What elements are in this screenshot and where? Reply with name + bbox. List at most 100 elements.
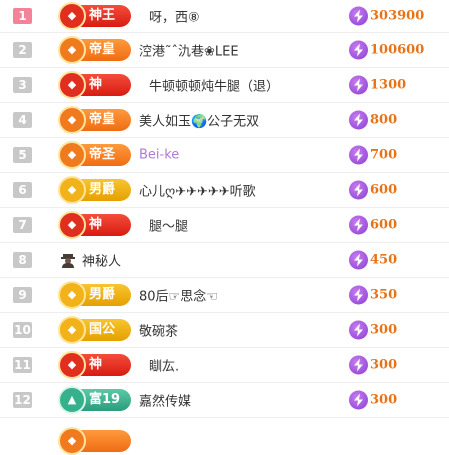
lightning-bolt-icon	[349, 110, 368, 130]
noble-emblem-icon: ◆	[58, 71, 86, 99]
list-item[interactable]: 8 神秘人 450	[0, 243, 449, 278]
rank-number: 10	[13, 322, 32, 338]
value-number: 100600	[370, 42, 425, 58]
noble-badge: ◆ 国公	[58, 316, 131, 344]
badge-label: 男爵	[89, 182, 116, 197]
value-number: 300	[370, 357, 398, 373]
list-item[interactable]: 7 ◆ 神 腿～腿 600	[0, 208, 449, 243]
value-number: 600	[370, 217, 398, 233]
noble-badge: ◆	[58, 427, 131, 455]
contribution-value: 350	[349, 285, 398, 305]
contribution-value: 300	[349, 390, 398, 410]
noble-badge: ◆ 神	[58, 351, 131, 379]
user-name[interactable]: 涳港˜ˆ氿巷❀LEE	[139, 41, 239, 60]
lightning-bolt-icon	[349, 320, 368, 340]
contribution-value: 300	[349, 320, 397, 340]
badge-label: 神	[89, 77, 103, 92]
rank-number: 8	[13, 252, 32, 268]
badge-label: 帝圣	[89, 147, 116, 162]
list-item[interactable]: 2 ◆ 帝皇 涳港˜ˆ氿巷❀LEE 100600	[0, 33, 449, 68]
noble-badge: ◆ 帝皇	[58, 36, 131, 64]
contribution-value: 700	[349, 145, 398, 165]
contribution-value: 800	[349, 110, 397, 130]
ranking-list: 1 ◆ 神王 呀，西⑧ 303900 2 ◆ 帝皇 涳港˜ˆ氿巷❀LEE 10060…	[0, 0, 449, 455]
contribution-value: 600	[349, 180, 398, 200]
rank-number: 3	[13, 77, 32, 93]
user-name[interactable]: 呀，西⑧	[149, 7, 200, 26]
mystery-person-icon	[60, 252, 76, 268]
contribution-value: 600	[349, 215, 398, 235]
lightning-bolt-icon	[349, 180, 368, 200]
value-number: 1300	[370, 77, 407, 93]
user-name[interactable]: 瞓厷.	[149, 356, 179, 375]
user-name[interactable]: 80后☞思念☜	[139, 286, 218, 305]
badge-label: 帝皇	[89, 112, 116, 127]
noble-badge: ▲ 富19	[58, 386, 131, 414]
user-name[interactable]: 美人如玉🌍公子无双	[139, 111, 259, 130]
contribution-value: 100600	[349, 40, 425, 60]
rank-number: 2	[13, 42, 32, 58]
lightning-bolt-icon	[349, 285, 368, 305]
badge-label: 男爵	[89, 287, 116, 302]
list-item[interactable]: 1 ◆ 神王 呀，西⑧ 303900	[0, 0, 449, 33]
badge-label: 神王	[89, 8, 116, 23]
user-name[interactable]: 腿～腿	[149, 216, 188, 235]
noble-emblem-icon: ◆	[58, 427, 86, 455]
rank-number: 1	[13, 8, 32, 24]
user-name[interactable]: 神秘人	[82, 251, 121, 270]
noble-emblem-icon: ◆	[58, 106, 86, 134]
lightning-bolt-icon	[349, 215, 368, 235]
badge-label: 神	[89, 357, 103, 372]
list-item[interactable]: 11 ◆ 神 瞓厷. 300	[0, 348, 449, 383]
user-name[interactable]: 敬碗茶	[139, 321, 178, 340]
list-item[interactable]: 5 ◆ 帝圣 Bei-ke 700	[0, 138, 449, 173]
badge-label: 富19	[89, 392, 121, 407]
noble-emblem-icon: ◆	[58, 316, 86, 344]
noble-badge: ◆ 神	[58, 71, 131, 99]
user-name[interactable]: 嘉然传媒	[139, 391, 191, 410]
value-number: 600	[370, 182, 398, 198]
list-item[interactable]: 4 ◆ 帝皇 美人如玉🌍公子无双 800	[0, 103, 449, 138]
noble-emblem-icon: ▲	[58, 386, 86, 414]
badge-label: 神	[89, 217, 103, 232]
user-name[interactable]: 心儿ღ✈✈✈✈✈听歌	[139, 181, 256, 200]
noble-badge: ◆ 帝圣	[58, 141, 131, 169]
lightning-bolt-icon	[349, 6, 368, 26]
lightning-bolt-icon	[349, 390, 368, 410]
noble-emblem-icon: ◆	[58, 36, 86, 64]
user-name[interactable]: Bei-ke	[139, 148, 179, 163]
noble-badge: ◆ 男爵	[58, 176, 131, 204]
user-name[interactable]: 牛顿顿顿炖牛腿（退）	[149, 76, 279, 95]
lightning-bolt-icon	[349, 40, 368, 60]
lightning-bolt-icon	[349, 75, 368, 95]
noble-emblem-icon: ◆	[58, 176, 86, 204]
noble-emblem-icon: ◆	[58, 141, 86, 169]
list-item[interactable]: 6 ◆ 男爵 心儿ღ✈✈✈✈✈听歌 600	[0, 173, 449, 208]
noble-badge: ◆ 男爵	[58, 281, 131, 309]
rank-number: 12	[13, 392, 32, 408]
value-number: 300	[370, 392, 398, 408]
rank-number: 11	[13, 357, 32, 373]
list-item[interactable]: 12 ▲ 富19 嘉然传媒 300	[0, 383, 449, 418]
lightning-bolt-icon	[349, 355, 368, 375]
value-number: 450	[370, 252, 398, 268]
lightning-bolt-icon	[349, 250, 368, 270]
noble-emblem-icon: ◆	[58, 2, 86, 30]
contribution-value: 303900	[349, 6, 425, 26]
list-item[interactable]: 3 ◆ 神 牛顿顿顿炖牛腿（退） 1300	[0, 68, 449, 103]
noble-emblem-icon: ◆	[58, 281, 86, 309]
contribution-value: 450	[349, 250, 398, 270]
value-number: 350	[370, 287, 398, 303]
rank-number: 4	[13, 112, 32, 128]
list-item[interactable]: 9 ◆ 男爵 80后☞思念☜ 350	[0, 278, 449, 313]
list-item[interactable]: 10 ◆ 国公 敬碗茶 300	[0, 313, 449, 348]
noble-badge: ◆ 帝皇	[58, 106, 131, 134]
badge-label: 帝皇	[89, 42, 116, 57]
value-number: 700	[370, 147, 398, 163]
rank-number: 6	[13, 182, 32, 198]
rank-number: 7	[13, 217, 32, 233]
noble-badge: ◆ 神王	[58, 2, 131, 30]
contribution-value: 300	[349, 355, 398, 375]
value-number: 303900	[370, 8, 425, 24]
rank-number: 9	[13, 287, 32, 303]
